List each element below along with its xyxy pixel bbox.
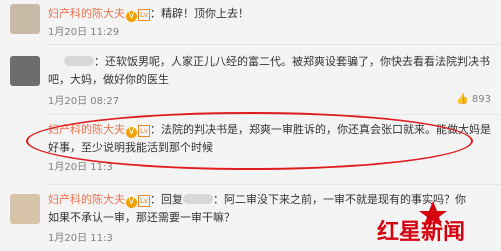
comment-text-line2: 如果不承认一审，那还需要一审干嘛？: [48, 211, 235, 224]
comment-time: 1月20日 11:29: [48, 27, 120, 38]
comment-text: ：精辟！顶你上去！: [150, 7, 250, 20]
verified-icon: V: [126, 11, 137, 22]
username-link[interactable]: 妇产科的陈大夫: [48, 7, 125, 20]
level-badge: Lv: [138, 195, 151, 207]
verified-icon: V: [126, 197, 137, 208]
avatar[interactable]: [10, 4, 40, 34]
avatar[interactable]: [10, 56, 40, 86]
comment-1: 妇产科的陈大夫 V Lv ：精辟！顶你上去！ 1月20日 11:29: [0, 0, 501, 40]
divider: [48, 44, 501, 45]
thumb-up-icon: 👍: [456, 94, 469, 105]
highlight-oval: [26, 112, 473, 170]
comment-2: ：还软饭男呢，人家正儿八经的富二代。被郑爽设套骗了，你快去看看法院判决书 吧，大…: [0, 48, 501, 110]
like-count: 893: [471, 94, 491, 105]
divider: [48, 184, 501, 185]
comment-time: 1月20日 11:3: [48, 233, 113, 244]
blurred-username: [183, 194, 214, 204]
like-button[interactable]: 👍 893: [456, 94, 491, 105]
comment-time: 1月20日 08:27: [48, 96, 120, 107]
username-link[interactable]: 妇产科的陈大夫: [48, 193, 125, 206]
comment-text: ：还软饭男呢，人家正儿八经的富二代。被郑爽设套骗了，你快去看看法院判决书: [94, 55, 490, 68]
hongxing-news-watermark: 红星新闻: [377, 201, 465, 245]
avatar[interactable]: [10, 194, 40, 224]
blurred-username: [64, 56, 94, 66]
level-badge: Lv: [138, 9, 151, 21]
comment-text: ：回复: [150, 193, 184, 206]
watermark-text: 红星新闻: [377, 219, 465, 245]
comment-text-line2: 吧，大妈，做好你的医生: [48, 73, 169, 86]
